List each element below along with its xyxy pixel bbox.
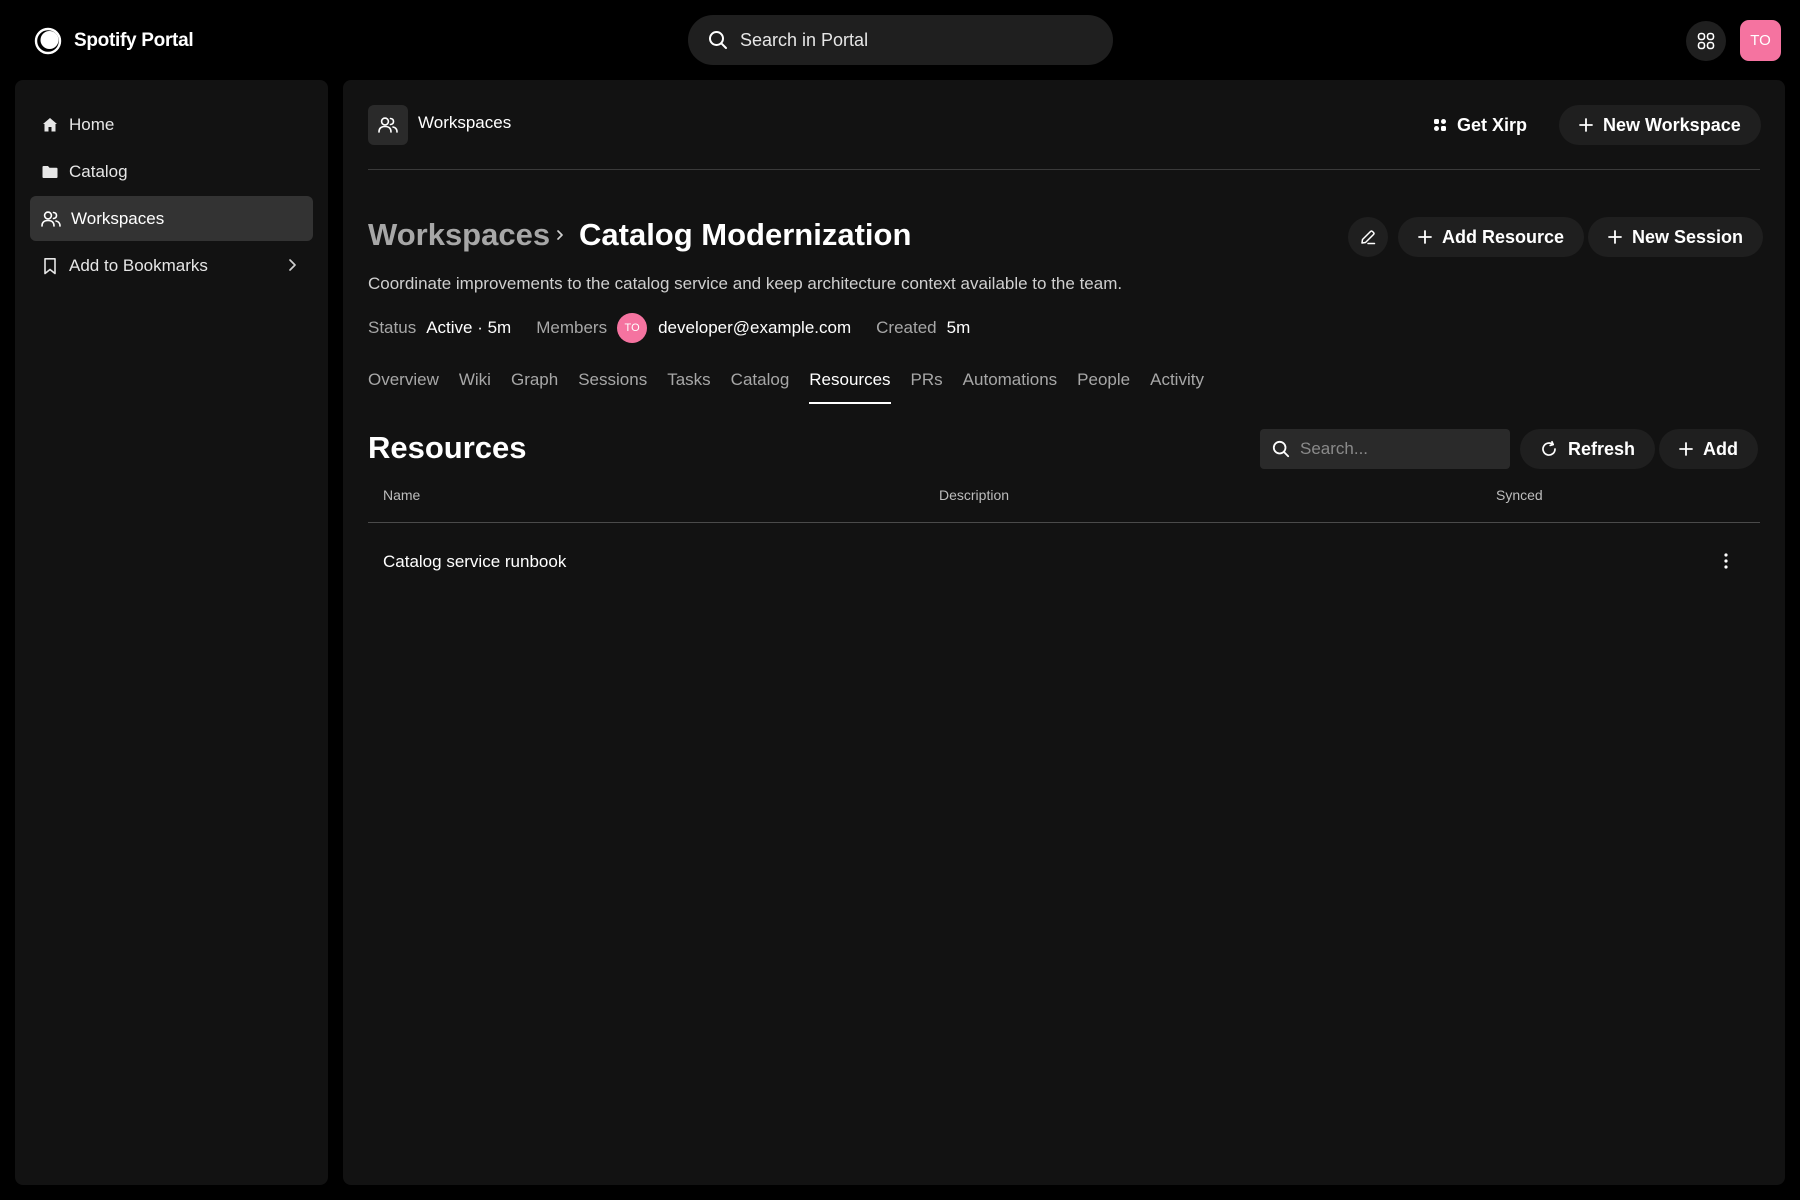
row-actions-button[interactable] [1713,548,1739,574]
home-icon [43,117,57,131]
workspace-title: Catalog Modernization [579,217,912,252]
new-workspace-button[interactable]: New Workspace [1559,105,1761,145]
resources-search-input[interactable] [1300,439,1490,459]
tab-graph[interactable]: Graph [511,368,558,404]
created-value: 5m [946,318,971,337]
main-panel: Workspaces Get Xirp New Workspace Worksp… [343,80,1785,1185]
new-session-button[interactable]: New Session [1588,217,1764,257]
header-divider [368,169,1760,170]
workspace-description: Coordinate improvements to the catalog s… [368,274,1123,293]
workspaces-header-icon [368,105,408,145]
workspace-meta: Status Active · 5m Members TO developer@… [368,312,995,344]
refresh-label: Refresh [1568,438,1636,459]
status-label: Status [368,318,417,337]
tab-catalog[interactable]: Catalog [731,368,790,404]
resources-title: Resources [368,430,527,465]
table-row[interactable]: Catalog service runbook [368,530,1760,590]
users-icon [378,117,398,133]
sidebar-item-workspaces[interactable]: Workspaces [30,196,313,241]
folder-icon [42,165,58,178]
created-label: Created [876,318,937,337]
sidebar-item-label: Home [69,114,115,134]
column-header-name[interactable]: Name [383,487,420,503]
member-avatar[interactable]: TO [617,313,648,343]
tab-activity[interactable]: Activity [1150,368,1204,404]
sidebar-item-add-to-bookmarks[interactable]: Add to Bookmarks [30,243,313,288]
refresh-icon [1542,440,1556,456]
members-label: Members [536,318,608,337]
resources-search-field[interactable] [1260,429,1510,469]
resource-name[interactable]: Catalog service runbook [383,552,566,572]
search-icon [1272,440,1290,458]
breadcrumb-workspaces-link[interactable]: Workspaces [368,217,550,253]
tab-tasks[interactable]: Tasks [667,368,710,404]
tab-automations[interactable]: Automations [963,368,1058,404]
sidebar-item-label: Catalog [69,161,128,181]
apps-grid-icon [1697,32,1715,50]
workspace-tabs: Overview Wiki Graph Sessions Tasks Catal… [368,368,1204,404]
tab-prs[interactable]: PRs [911,368,943,404]
edit-workspace-button[interactable] [1348,217,1388,257]
sidebar-item-catalog[interactable]: Catalog [30,149,313,194]
app-name: Spotify Portal [74,30,194,51]
page-header-title: Workspaces [418,113,512,132]
user-avatar[interactable]: TO [1740,20,1781,61]
sidebar: Home Catalog Workspaces Add to Bookmarks [15,80,328,1185]
add-label: Add [1703,438,1738,459]
sidebar-item-label: Workspaces [71,208,165,228]
search-icon [709,31,727,49]
global-search-input[interactable]: Search in Portal [688,15,1113,65]
xirp-logo-icon [1434,119,1446,131]
plus-icon [1608,230,1622,244]
new-workspace-label: New Workspace [1603,114,1741,135]
table-header-divider [368,522,1760,523]
tab-resources[interactable]: Resources [809,368,891,404]
get-xirp-button[interactable]: Get Xirp [1433,110,1527,140]
column-header-synced[interactable]: Synced [1496,487,1543,503]
sidebar-item-label: Add to Bookmarks [69,255,208,275]
bookmark-icon [44,257,56,274]
plus-icon [1418,230,1432,244]
member-email: developer@example.com [658,318,852,337]
pencil-icon [1361,230,1376,245]
refresh-button[interactable]: Refresh [1520,429,1656,469]
more-vertical-icon [1724,553,1728,569]
global-search-placeholder: Search in Portal [740,29,869,50]
add-resource-button[interactable]: Add Resource [1398,217,1585,257]
chevron-right-icon [289,259,296,271]
status-value: Active · 5m [426,318,512,337]
tab-sessions[interactable]: Sessions [578,368,647,404]
plus-icon [1579,118,1593,132]
tab-wiki[interactable]: Wiki [459,368,491,404]
new-session-label: New Session [1632,226,1744,247]
tab-people[interactable]: People [1077,368,1130,404]
sidebar-item-home[interactable]: Home [30,102,313,147]
breadcrumb-chevron-icon [557,230,563,240]
add-resource-label: Add Resource [1442,226,1565,247]
column-header-description[interactable]: Description [939,487,1009,503]
tab-overview[interactable]: Overview [368,368,439,404]
top-bar: Spotify Portal Search in Portal TO [0,0,1800,80]
spotify-portal-logo-icon [34,27,62,55]
get-xirp-label: Get Xirp [1457,114,1528,135]
app-logo[interactable]: Spotify Portal [34,26,194,56]
plus-icon [1679,442,1693,456]
users-icon [41,210,61,227]
apps-button[interactable] [1686,21,1726,61]
add-button[interactable]: Add [1659,429,1758,469]
